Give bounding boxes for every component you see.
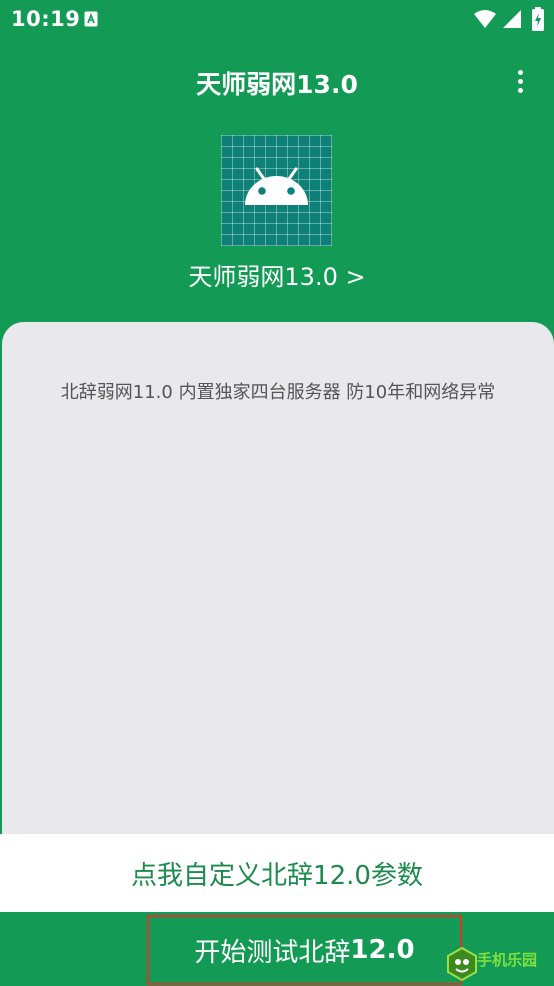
content-card: 北辞弱网11.0 内置独家四台服务器 防10年和网络异常 xyxy=(2,322,554,838)
custom-params-label: 点我自定义北辞12.0参数 xyxy=(131,860,423,891)
cell-signal-icon xyxy=(503,9,521,33)
app-version-link[interactable]: 天师弱网13.0 > xyxy=(0,257,554,292)
description-text: 北辞弱网11.0 内置独家四台服务器 防10年和网络异常 xyxy=(60,382,496,403)
battery-charging-icon xyxy=(532,7,544,35)
status-bar: 10:19 xyxy=(0,0,554,40)
android-icon xyxy=(245,167,308,205)
status-time: 10:19 xyxy=(11,7,81,31)
app-bar: 天师弱网13.0 xyxy=(0,40,554,124)
app-icon[interactable] xyxy=(221,135,332,246)
more-vert-icon xyxy=(517,69,523,75)
start-test-button[interactable]: 开始测试北辞 12.0 xyxy=(147,915,462,985)
more-vert-dot xyxy=(517,87,523,93)
custom-params-button[interactable]: 点我自定义北辞12.0参数 xyxy=(0,834,554,912)
a-text-notification-icon xyxy=(84,11,98,31)
start-test-label: 开始测试北辞 xyxy=(194,937,351,968)
start-test-version: 12.0 xyxy=(350,935,415,965)
wifi-icon xyxy=(474,9,496,33)
more-vert-dot xyxy=(517,78,523,84)
app-title: 天师弱网13.0 xyxy=(196,70,358,99)
more-options-button[interactable] xyxy=(503,64,537,98)
watermark-text: 手机乐园 xyxy=(477,951,538,969)
